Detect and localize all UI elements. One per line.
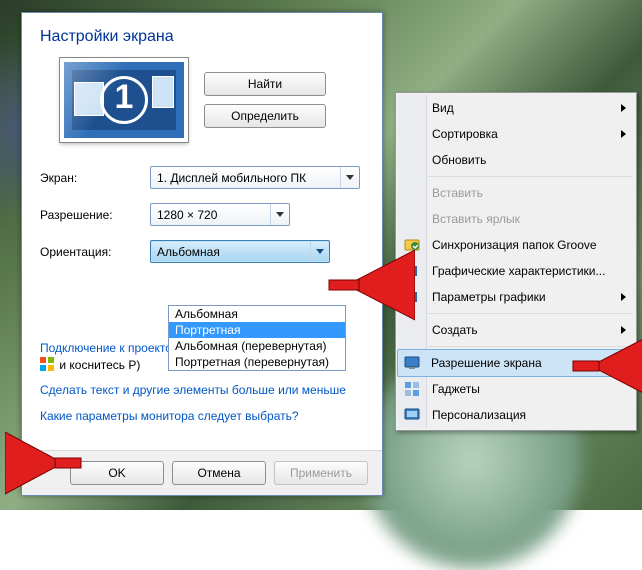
- windows-key-icon: [40, 357, 54, 371]
- orientation-option-selected[interactable]: Портретная: [169, 322, 345, 338]
- cancel-button[interactable]: Отмена: [172, 461, 266, 485]
- help-link[interactable]: Какие параметры монитора следует выбрать…: [40, 409, 364, 425]
- gadgets-icon: [404, 381, 420, 397]
- orientation-label: Ориентация:: [40, 245, 150, 259]
- text-size-link[interactable]: Сделать текст и другие элементы больше и…: [40, 383, 364, 399]
- display-combo[interactable]: 1. Дисплей мобильного ПК: [150, 166, 360, 189]
- menu-personalize[interactable]: Персонализация: [398, 402, 634, 428]
- menu-paste-shortcut: Вставить ярлык: [398, 206, 634, 232]
- personalize-icon: [404, 407, 420, 423]
- menu-refresh[interactable]: Обновить: [398, 147, 634, 173]
- chevron-down-icon: [270, 204, 289, 225]
- groove-icon: [404, 237, 420, 253]
- display-combo-value: 1. Дисплей мобильного ПК: [157, 171, 306, 185]
- monitor-icon: [404, 355, 420, 371]
- orientation-option[interactable]: Портретная (перевернутая): [169, 354, 345, 370]
- menu-sort[interactable]: Сортировка: [398, 121, 634, 147]
- button-bar: OK Отмена Применить: [22, 450, 382, 495]
- menu-separator: [428, 176, 632, 177]
- orientation-combo-value: Альбомная: [157, 245, 220, 259]
- menu-separator: [428, 313, 632, 314]
- menu-gfx-properties[interactable]: Графические характеристики...: [398, 258, 634, 284]
- orientation-option[interactable]: Альбомная: [169, 306, 345, 322]
- resolution-combo[interactable]: 1280 × 720: [150, 203, 290, 226]
- display-settings-window: Настройки экрана 1 Найти Определить Экра…: [21, 12, 383, 496]
- display-label: Экран:: [40, 171, 150, 185]
- desktop-context-menu: Вид Сортировка Обновить Вставить Вставит…: [395, 92, 637, 431]
- window-title: Настройки экрана: [40, 28, 382, 46]
- menu-groove-sync[interactable]: Синхронизация папок Groove: [398, 232, 634, 258]
- chip-icon: [404, 263, 420, 279]
- menu-view[interactable]: Вид: [398, 95, 634, 121]
- menu-paste: Вставить: [398, 180, 634, 206]
- display-preview[interactable]: 1: [60, 58, 188, 142]
- detect-button[interactable]: Определить: [204, 104, 326, 128]
- chevron-down-icon: [310, 241, 329, 262]
- apply-button: Применить: [274, 461, 368, 485]
- menu-separator: [428, 346, 632, 347]
- chevron-down-icon: [340, 167, 359, 188]
- orientation-combo[interactable]: Альбомная: [150, 240, 330, 263]
- chip-icon: [404, 289, 420, 305]
- resolution-label: Разрешение:: [40, 208, 150, 222]
- ok-button[interactable]: OK: [70, 461, 164, 485]
- find-button[interactable]: Найти: [204, 72, 326, 96]
- menu-gadgets[interactable]: Гаджеты: [398, 376, 634, 402]
- menu-screen-resolution[interactable]: Разрешение экрана: [397, 349, 635, 377]
- resolution-combo-value: 1280 × 720: [157, 208, 217, 222]
- menu-new[interactable]: Создать: [398, 317, 634, 343]
- orientation-option[interactable]: Альбомная (перевернутая): [169, 338, 345, 354]
- orientation-dropdown[interactable]: Альбомная Портретная Альбомная (переверн…: [168, 305, 346, 371]
- menu-gfx-params[interactable]: Параметры графики: [398, 284, 634, 310]
